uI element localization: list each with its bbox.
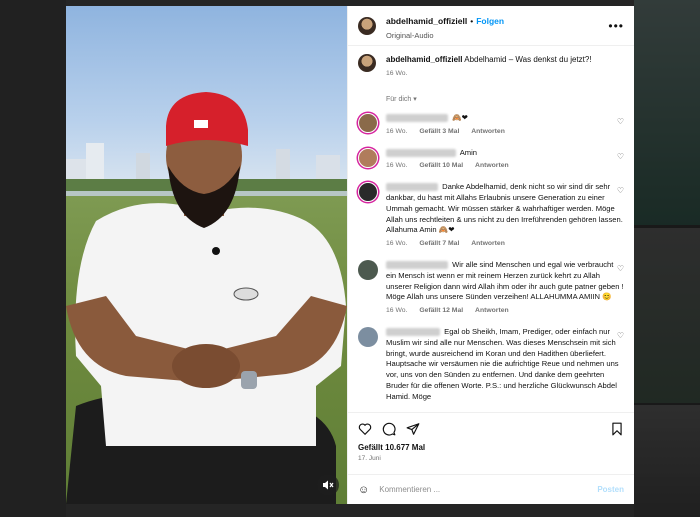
caption-avatar[interactable] [358, 54, 376, 72]
comment-icon[interactable] [382, 422, 396, 436]
commenter-avatar[interactable] [358, 259, 378, 280]
person-figure [66, 92, 347, 504]
reply-button[interactable]: Antworten [471, 240, 505, 247]
follow-button[interactable]: Folgen [476, 16, 504, 26]
comment-input[interactable]: Kommentieren ... [379, 485, 597, 494]
comment-time: 16 Wo. [386, 127, 408, 135]
add-comment-bar: ☺ Kommentieren ... Posten [348, 474, 634, 504]
audio-label[interactable]: Original-Audio [386, 31, 608, 40]
post-comment-button[interactable]: Posten [597, 485, 624, 494]
commenter-avatar[interactable] [358, 147, 378, 168]
comment-time: 16 Wo. [386, 307, 408, 315]
mute-icon[interactable] [317, 474, 339, 496]
comment-likes[interactable]: Gefällt 12 Mal [419, 307, 463, 314]
caption-username[interactable]: abdelhamid_offiziell [386, 55, 462, 64]
post-like-count[interactable]: Gefällt 10.677 Mal [358, 443, 624, 452]
post-actions-bar: Gefällt 10.677 Mal 17. Juni [348, 412, 634, 474]
comment-item: 🙈❤ 16 Wo. Gefällt 3 Mal Antworten ♡ [358, 113, 624, 138]
comment-like-heart-icon[interactable]: ♡ [617, 264, 624, 273]
blurred-username [386, 327, 440, 336]
comment-likes[interactable]: Gefällt 7 Mal [419, 240, 459, 247]
comment-time: 16 Wo. [386, 162, 408, 170]
post-date: 17. Juni [358, 455, 381, 462]
more-icon[interactable]: ••• [608, 19, 624, 33]
comment-item: Wir alle sind Menschen und egal wie verb… [358, 259, 624, 317]
blurred-username [386, 148, 456, 157]
comment-item: Amin 16 Wo. Gefällt 10 Mal Antworten ♡ [358, 147, 624, 173]
commenter-avatar[interactable] [358, 113, 378, 133]
comment-text: 🙈❤ [452, 113, 468, 122]
translation-toggle[interactable]: Für dich ▾ [386, 95, 624, 103]
emoji-icon[interactable]: ☺ [358, 484, 369, 496]
comments-list[interactable]: abdelhamid_offiziell Abdelhamid – Was de… [348, 46, 634, 412]
reply-button[interactable]: Antworten [475, 307, 509, 314]
comment-item: Egal ob Sheikh, Imam, Prediger, oder ein… [358, 326, 624, 403]
post-video[interactable] [66, 6, 347, 504]
caption-time: 16 Wo. [386, 70, 408, 77]
comment-item: Danke Abdelhamid, denk nicht so wir sind… [358, 182, 624, 250]
comment-time: 16 Wo. [386, 240, 408, 248]
post-caption: abdelhamid_offiziell Abdelhamid – Was de… [358, 54, 624, 79]
post-header: abdelhamid_offiziell • Folgen Original-Aud… [348, 6, 634, 46]
author-username[interactable]: abdelhamid_offiziell [386, 16, 467, 26]
commenter-avatar[interactable] [358, 326, 378, 347]
bookmark-icon[interactable] [610, 422, 624, 436]
comment-like-heart-icon[interactable]: ♡ [617, 331, 624, 340]
comment-like-heart-icon[interactable]: ♡ [617, 117, 624, 126]
blurred-username [386, 114, 448, 122]
caption-text: Abdelhamid – Was denkst du jetzt?! [464, 55, 592, 64]
reply-button[interactable]: Antworten [471, 128, 505, 135]
comment-likes[interactable]: Gefällt 3 Mal [419, 128, 459, 135]
comment-likes[interactable]: Gefällt 10 Mal [419, 162, 463, 169]
comment-like-heart-icon[interactable]: ♡ [617, 186, 624, 195]
commenter-avatar[interactable] [358, 182, 378, 203]
blurred-username [386, 183, 438, 192]
like-heart-icon[interactable] [358, 422, 372, 436]
comment-text: Amin [459, 147, 478, 157]
reply-button[interactable]: Antworten [475, 162, 509, 169]
comment-text: Egal ob Sheikh, Imam, Prediger, oder ein… [386, 326, 619, 401]
post-modal: abdelhamid_offiziell • Folgen Original-Aud… [66, 6, 634, 504]
author-avatar[interactable] [358, 16, 376, 35]
post-side-panel: abdelhamid_offiziell • Folgen Original-Aud… [347, 6, 634, 504]
separator-dot: • [470, 16, 474, 26]
blurred-username [386, 260, 448, 269]
comment-like-heart-icon[interactable]: ♡ [617, 152, 624, 161]
share-icon[interactable] [406, 422, 420, 436]
